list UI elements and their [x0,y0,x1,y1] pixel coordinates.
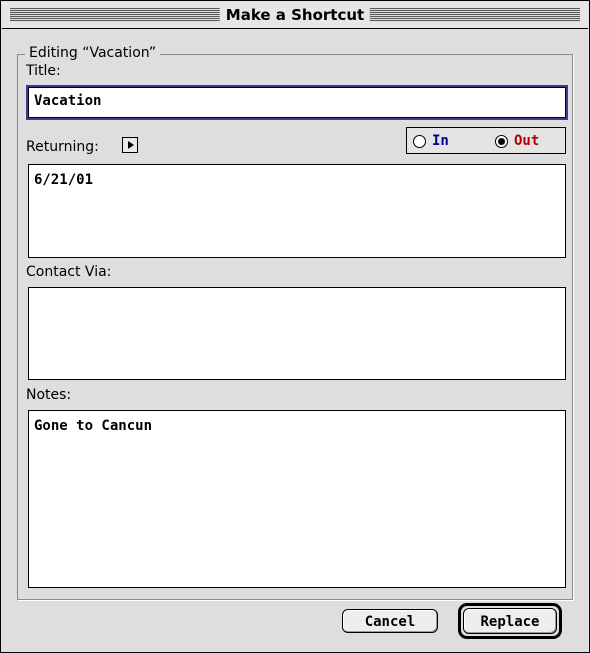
returning-label: Returning: [26,139,99,155]
radio-out-circle-icon [495,134,508,148]
title-input[interactable]: Vacation [26,85,568,120]
in-out-radio-group: In Out [406,127,566,154]
notes-textarea[interactable]: Gone to Cancun [28,410,566,588]
returning-disclosure-arrow-icon[interactable] [122,137,138,153]
cancel-button[interactable]: Cancel [342,609,438,633]
window-title: Make a Shortcut [219,5,371,25]
title-bar[interactable]: Make a Shortcut [2,2,588,29]
contact-via-label: Contact Via: [26,264,112,280]
replace-button[interactable]: Replace [463,608,557,634]
contact-via-textarea[interactable] [28,287,566,380]
editing-group-label: Editing “Vacation” [25,44,161,62]
returning-textarea[interactable]: 6/21/01 [28,164,566,258]
radio-in-circle-icon [413,134,426,148]
radio-out-label: Out [514,133,540,149]
title-label: Title: [26,63,61,79]
radio-in[interactable]: In [413,132,449,150]
radio-in-label: In [432,133,449,149]
notes-label: Notes: [26,387,72,403]
radio-out[interactable]: Out [495,132,539,150]
